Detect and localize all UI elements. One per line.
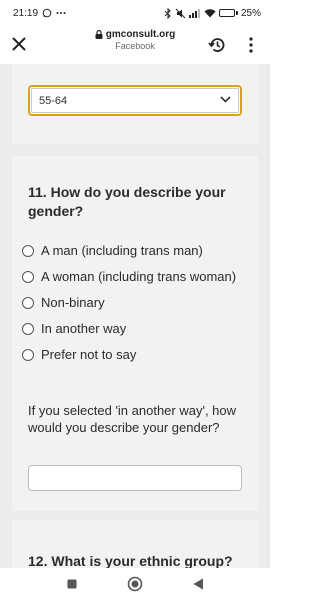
close-button[interactable] [8, 33, 30, 55]
url-text: gmconsult.org [105, 29, 176, 40]
age-select-value: 55-64 [39, 94, 68, 107]
gender-options: A man (including trans man) A woman (inc… [22, 242, 252, 372]
option-label: A man (including trans man) [41, 243, 203, 258]
status-bar: 21:19 25% [0, 0, 270, 26]
option-man[interactable]: A man (including trans man) [22, 242, 252, 259]
radio-button[interactable] [22, 245, 34, 257]
radio-button[interactable] [22, 349, 34, 361]
option-prefer-not-to-say[interactable]: Prefer not to say [22, 346, 252, 363]
status-right: 25% [164, 7, 261, 19]
radio-button[interactable] [22, 271, 34, 283]
question-title: 12. What is your ethnic group? [28, 553, 233, 568]
phone-screen: 21:19 25% gmconsult.org Facebook 55-64 1… [0, 0, 270, 600]
battery-percent: 25% [240, 7, 261, 19]
option-label: Non-binary [41, 295, 105, 310]
close-icon [12, 37, 26, 51]
status-time: 21:19 [13, 7, 39, 19]
option-label: A woman (including trans woman) [41, 269, 237, 284]
status-left: 21:19 [13, 8, 66, 19]
gender-description-input[interactable] [28, 465, 242, 491]
question-title: 11. How do you describe your gender? [28, 184, 226, 219]
chevron-down-icon [220, 96, 231, 103]
radio-button[interactable] [22, 297, 34, 309]
bluetooth-icon [164, 7, 172, 19]
lock-icon [95, 30, 103, 39]
back-triangle-icon [193, 578, 203, 590]
option-woman[interactable]: A woman (including trans woman) [22, 268, 252, 285]
radio-button[interactable] [22, 323, 34, 335]
url-display[interactable]: gmconsult.org Facebook [70, 29, 200, 51]
square-icon [67, 579, 77, 589]
age-question-card: 55-64 [12, 64, 258, 144]
home-circle-icon [127, 576, 143, 592]
history-button[interactable] [206, 34, 228, 56]
navigation-bar [0, 568, 270, 600]
option-label: Prefer not to say [41, 347, 137, 362]
signal-icon [188, 8, 201, 18]
more-vertical-icon [249, 37, 253, 53]
option-another-way[interactable]: In another way [22, 320, 252, 337]
option-non-binary[interactable]: Non-binary [22, 294, 252, 311]
more-dots-icon [56, 11, 66, 15]
recent-apps-button[interactable] [60, 572, 84, 596]
battery-icon [218, 9, 238, 17]
follow-up-label: If you selected 'in another way', how wo… [28, 403, 237, 435]
history-icon [208, 38, 225, 52]
survey-page: 55-64 11. How do you describe your gende… [0, 64, 270, 568]
wifi-icon [204, 8, 216, 18]
more-options-button[interactable] [240, 34, 262, 56]
browser-toolbar: gmconsult.org Facebook [0, 26, 270, 64]
ethnic-question-card: 12. What is your ethnic group? [12, 520, 258, 568]
whatsapp-icon [42, 8, 52, 18]
home-button[interactable] [123, 572, 147, 596]
option-label: In another way [41, 321, 127, 336]
back-button[interactable] [186, 572, 210, 596]
gender-question-card: 11. How do you describe your gender? A m… [12, 156, 258, 511]
age-select[interactable]: 55-64 [28, 85, 242, 116]
mute-icon [175, 8, 186, 19]
url-subtitle: Facebook [115, 41, 155, 51]
